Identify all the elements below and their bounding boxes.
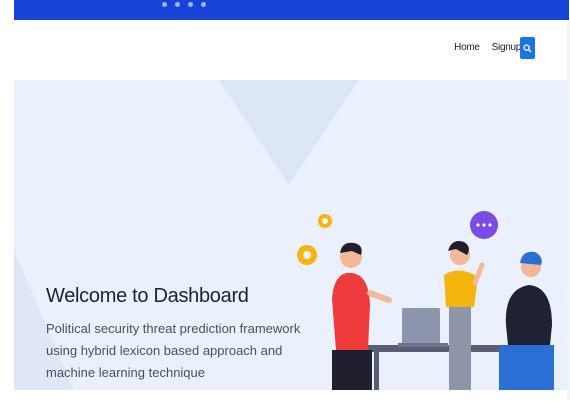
- person-yellow-shirt: [444, 241, 485, 390]
- top-bar: [14, 0, 569, 20]
- linkedin-icon[interactable]: [201, 2, 206, 7]
- hero-subtitle: Political security threat prediction fra…: [46, 321, 301, 380]
- hero-title: Welcome to Dashboard: [46, 285, 249, 307]
- chat-bubble-icon: [470, 211, 498, 239]
- team-meeting-illustration: [297, 211, 554, 390]
- search-button[interactable]: [520, 37, 535, 59]
- search-icon: [523, 43, 532, 53]
- twitter-icon[interactable]: [175, 2, 180, 7]
- instagram-icon[interactable]: [188, 2, 193, 7]
- page-bottom-edge: [14, 390, 567, 402]
- social-links: [162, 2, 206, 7]
- nav-links: Home Signup: [454, 42, 521, 53]
- gear-icon: [297, 214, 332, 265]
- person-red-shirt: [332, 242, 392, 390]
- person-dark-shirt: [499, 251, 554, 390]
- navbar: Home Signup: [14, 20, 569, 80]
- nav-signup-link[interactable]: Signup: [492, 42, 522, 53]
- nav-home-link[interactable]: Home: [454, 42, 480, 53]
- hero-section: Welcome to Dashboard Political security …: [14, 80, 567, 390]
- facebook-icon[interactable]: [162, 2, 167, 7]
